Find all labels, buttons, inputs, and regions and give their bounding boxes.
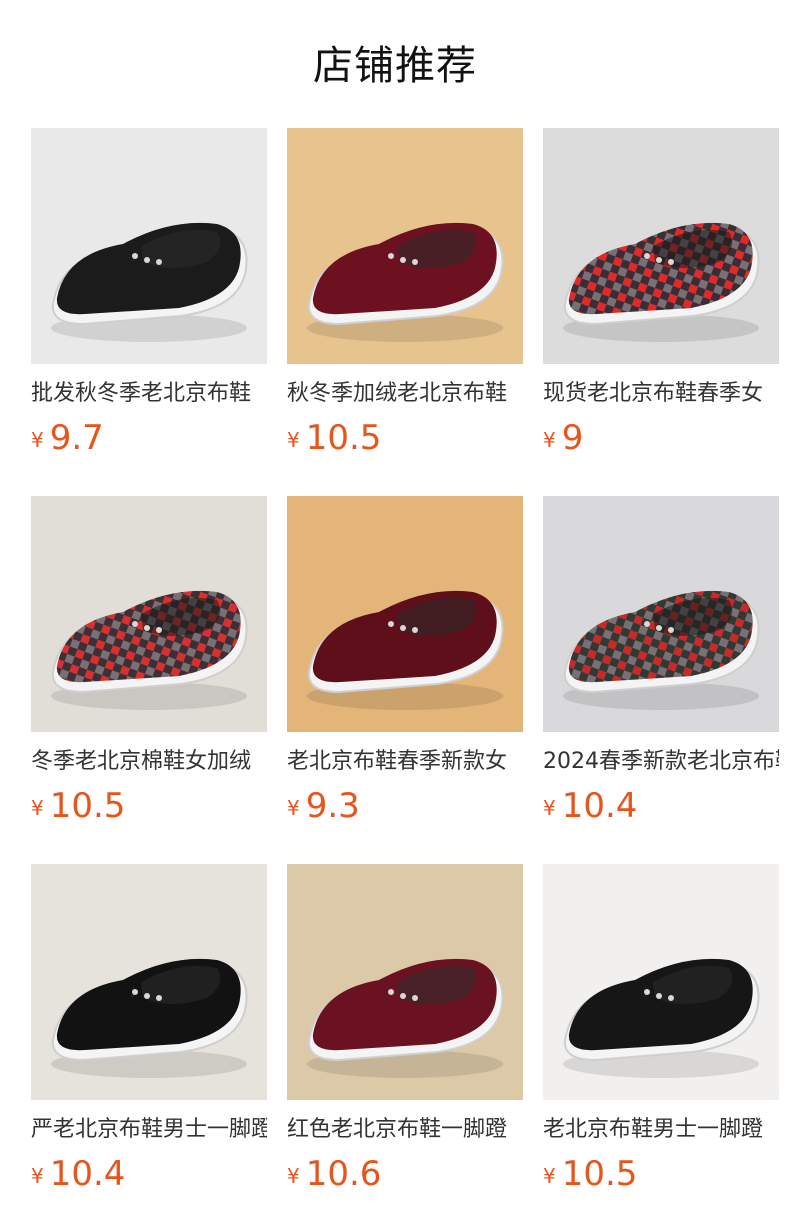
black-lace-shoes-image[interactable] [31, 864, 267, 1100]
product-name[interactable]: 严老北京布鞋男士一脚蹬 [31, 1114, 267, 1146]
product-price: ¥10.4 [31, 1154, 267, 1194]
product-price: ¥9.3 [287, 786, 523, 826]
price-value: 9 [561, 418, 584, 458]
product-price: ¥10.6 [287, 1154, 523, 1194]
price-value: 10.4 [561, 786, 638, 826]
product-grid: 批发秋冬季老北京布鞋 ¥9.7 秋冬季加绒老北京布鞋 ¥10.5 现货老北京布鞋春季女 ¥… [31, 128, 781, 1232]
product-name[interactable]: 2024春季新款老北京布鞋 [543, 746, 779, 778]
price-value: 10.6 [305, 1154, 382, 1194]
product-price: ¥10.5 [287, 418, 523, 458]
page-title: 店铺推荐 [313, 43, 477, 89]
burgundy-lace-shoes-image[interactable] [287, 864, 523, 1100]
product-card[interactable]: 2024春季新款老北京布鞋 ¥10.4 [543, 496, 779, 864]
product-name[interactable]: 老北京布鞋春季新款女 [287, 746, 523, 778]
product-price: ¥9.7 [31, 418, 267, 458]
currency-symbol: ¥ [543, 428, 556, 452]
product-price: ¥10.4 [543, 786, 779, 826]
product-card[interactable]: 老北京布鞋男士一脚蹬 ¥10.5 [543, 864, 779, 1232]
product-card[interactable]: 红色老北京布鞋一脚蹬 ¥10.6 [287, 864, 523, 1232]
currency-symbol: ¥ [287, 1164, 300, 1188]
product-name[interactable]: 冬季老北京棉鞋女加绒 [31, 746, 267, 778]
product-price: ¥10.5 [31, 786, 267, 826]
product-name[interactable]: 老北京布鞋男士一脚蹬 [543, 1114, 779, 1146]
product-card[interactable]: 秋冬季加绒老北京布鞋 ¥10.5 [287, 128, 523, 496]
black-elastic-shoe-image[interactable] [543, 864, 779, 1100]
plaid-shoes-trio-image[interactable] [543, 496, 779, 732]
price-value: 10.4 [49, 1154, 126, 1194]
price-value: 10.5 [305, 418, 382, 458]
price-value: 9.3 [305, 786, 360, 826]
burgundy-lace-shoe-image[interactable] [287, 128, 523, 364]
product-name[interactable]: 秋冬季加绒老北京布鞋 [287, 378, 523, 410]
currency-symbol: ¥ [287, 796, 300, 820]
currency-symbol: ¥ [31, 428, 44, 452]
product-card[interactable]: 冬季老北京棉鞋女加绒 ¥10.5 [31, 496, 267, 864]
currency-symbol: ¥ [31, 1164, 44, 1188]
price-value: 9.7 [49, 418, 104, 458]
product-card[interactable]: 老北京布鞋春季新款女 ¥9.3 [287, 496, 523, 864]
currency-symbol: ¥ [31, 796, 44, 820]
currency-symbol: ¥ [287, 428, 300, 452]
product-card[interactable]: 现货老北京布鞋春季女 ¥9 [543, 128, 779, 496]
plaid-strap-shoe-image[interactable] [543, 128, 779, 364]
product-card[interactable]: 批发秋冬季老北京布鞋 ¥9.7 [31, 128, 267, 496]
product-name[interactable]: 批发秋冬季老北京布鞋 [31, 378, 267, 410]
product-price: ¥9 [543, 418, 779, 458]
product-name[interactable]: 红色老北京布鞋一脚蹬 [287, 1114, 523, 1146]
black-slip-on-shoe-image[interactable] [31, 128, 267, 364]
product-name[interactable]: 现货老北京布鞋春季女 [543, 378, 779, 410]
price-value: 10.5 [49, 786, 126, 826]
product-card[interactable]: 严老北京布鞋男士一脚蹬 ¥10.4 [31, 864, 267, 1232]
currency-symbol: ¥ [543, 796, 556, 820]
burgundy-strap-shoes-image[interactable] [287, 496, 523, 732]
plaid-lace-shoe-image[interactable] [31, 496, 267, 732]
product-price: ¥10.5 [543, 1154, 779, 1194]
price-value: 10.5 [561, 1154, 638, 1194]
currency-symbol: ¥ [543, 1164, 556, 1188]
